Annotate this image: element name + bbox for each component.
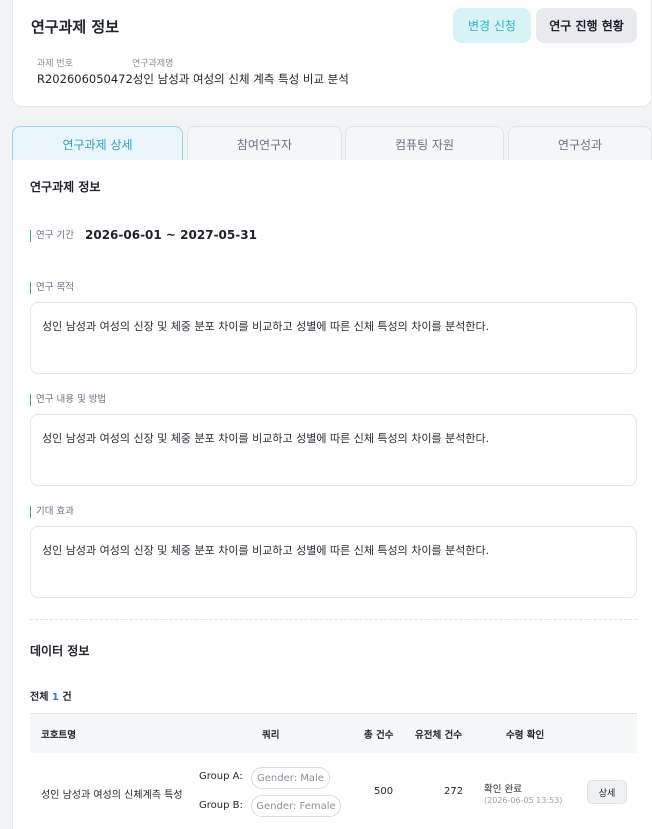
column-genome: 유전체 건수 bbox=[415, 730, 463, 741]
effect-label: 기대 효과 bbox=[30, 506, 74, 518]
tab-research-outcomes[interactable]: 연구성과 bbox=[508, 126, 652, 161]
project-no: R202606050472 bbox=[37, 72, 133, 86]
section-divider bbox=[30, 619, 637, 620]
column-receipt: 수령 확인 bbox=[506, 730, 545, 741]
change-request-button[interactable]: 변경 신청 bbox=[453, 8, 531, 43]
total-count: 전체 1 건 bbox=[30, 688, 72, 703]
detail-button[interactable]: 상세 bbox=[587, 780, 627, 804]
effect-text: 성인 남성과 여성의 신장 및 체중 분포 차이를 비교하고 성별에 따른 신체… bbox=[30, 526, 637, 598]
total-prefix: 전체 bbox=[30, 692, 49, 703]
project-meta-values: R202606050472성인 남성과 여성의 신체 계측 특성 비교 분석 bbox=[37, 71, 349, 87]
period-label: 연구 기간 bbox=[30, 230, 74, 242]
group-b-query-chip: Gender: Female bbox=[251, 795, 341, 817]
tab-participants[interactable]: 참여연구자 bbox=[187, 126, 342, 161]
column-total: 총 건수 bbox=[364, 730, 394, 741]
total-suffix: 건 bbox=[62, 692, 72, 703]
method-text: 성인 남성과 여성의 신장 및 체중 분포 차이를 비교하고 성별에 따른 신체… bbox=[30, 414, 637, 486]
total-value: 500 bbox=[374, 786, 394, 797]
group-b-label: Group B: bbox=[199, 800, 243, 811]
total-count-number: 1 bbox=[51, 692, 59, 703]
purpose-text: 성인 남성과 여성의 신장 및 체중 분포 차이를 비교하고 성별에 따른 신체… bbox=[30, 302, 637, 374]
group-a-query-chip: Gender: Male bbox=[251, 767, 330, 789]
project-name-label: 연구과제명 bbox=[132, 59, 174, 69]
tab-content-panel: 연구과제 정보 연구 기간 2026-06-01 ~ 2027-05-31 연구… bbox=[12, 160, 652, 829]
cohort-name: 성인 남성과 여성의 신체계측 특성 bbox=[41, 790, 183, 801]
receipt-date: (2026-06-05 13:53) bbox=[484, 796, 563, 805]
genome-value: 272 bbox=[444, 786, 464, 797]
project-info-section-title: 연구과제 정보 bbox=[30, 180, 101, 194]
column-query: 쿼리 bbox=[262, 730, 280, 741]
tab-project-detail[interactable]: 연구과제 상세 bbox=[12, 126, 183, 161]
table-header: 코호트명 쿼리 총 건수 유전체 건수 수령 확인 bbox=[30, 713, 637, 753]
project-header-card: 연구과제 정보 변경 신청 연구 진행 현황 과제 번호 연구과제명 R2026… bbox=[12, 0, 652, 107]
purpose-label: 연구 목적 bbox=[30, 282, 74, 294]
project-no-label: 과제 번호 bbox=[37, 59, 73, 69]
group-a-label: Group A: bbox=[199, 771, 243, 782]
tab-bar: 연구과제 상세 참여연구자 컴퓨팅 자원 연구성과 bbox=[12, 126, 652, 161]
receipt-status: 확인 완료 bbox=[484, 784, 522, 795]
data-info-section-title: 데이터 정보 bbox=[30, 644, 90, 658]
tab-computing-resources[interactable]: 컴퓨팅 자원 bbox=[345, 126, 504, 161]
progress-status-button[interactable]: 연구 진행 현황 bbox=[536, 8, 637, 43]
period-value: 2026-06-01 ~ 2027-05-31 bbox=[85, 228, 257, 242]
method-label: 연구 내용 및 방법 bbox=[30, 394, 106, 406]
project-name: 성인 남성과 여성의 신체 계측 특성 비교 분석 bbox=[132, 72, 349, 86]
column-cohort: 코호트명 bbox=[41, 730, 76, 741]
page-title: 연구과제 정보 bbox=[31, 18, 120, 36]
